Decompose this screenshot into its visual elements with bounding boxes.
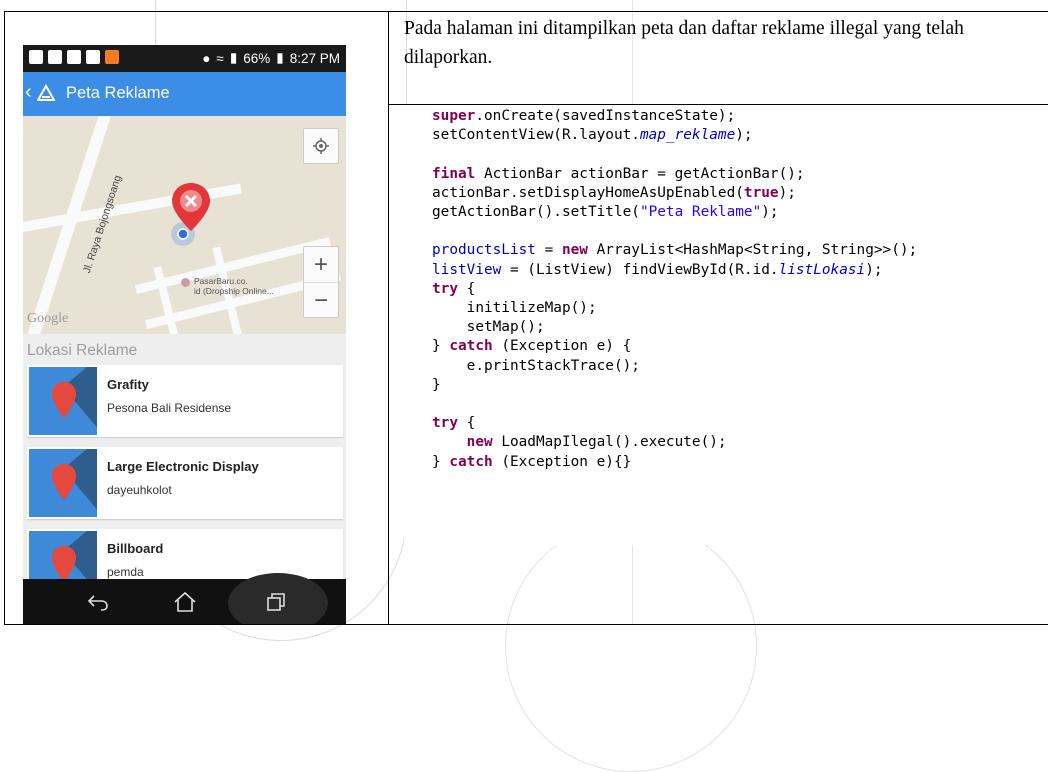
map-marker-icon[interactable] <box>166 181 216 251</box>
code-token: "Peta Reklame" <box>639 204 762 221</box>
map-view[interactable]: Jl. Raya Bojongsoang PasarBaru.co. id (D… <box>23 116 346 334</box>
code-token: ); <box>761 204 779 221</box>
wifi-icon: ≈ <box>216 50 224 66</box>
notification-icon <box>67 50 81 64</box>
poi-label: id (Dropship Online... <box>194 286 274 296</box>
list-item-title: Billboard <box>107 541 164 556</box>
status-bar: ● ≈ ▮ 66% ▮ 8:27 PM <box>23 45 346 72</box>
code-token: { <box>458 280 476 297</box>
list-item-subtitle: Pesona Bali Residense <box>107 401 232 415</box>
map-pin-icon <box>52 382 76 418</box>
code-token: new <box>466 434 493 451</box>
code-token: new <box>561 242 588 259</box>
list-item-title: Large Electronic Display <box>107 459 259 474</box>
code-token: { <box>458 415 476 432</box>
code-token: true <box>743 184 779 201</box>
map-road-label: Jl. Raya Bojongsoang <box>81 173 124 275</box>
code-token: (Exception e){} <box>492 453 632 470</box>
recents-icon <box>267 593 285 611</box>
code-token: try <box>432 280 458 297</box>
code-token: ActionBar actionBar = getActionBar(); <box>475 165 805 182</box>
signal-icon: ▮ <box>229 50 238 65</box>
map-poi[interactable]: PasarBaru.co. id (Dropship Online... <box>181 276 274 296</box>
app-logo-icon <box>37 84 55 101</box>
code-token: .onCreate(savedInstanceState); <box>475 108 736 124</box>
home-icon <box>174 591 196 612</box>
code-token: productsList <box>432 242 536 259</box>
code-token: final <box>432 165 476 182</box>
code-token: setMap(); <box>432 319 545 336</box>
code-token: catch <box>449 453 493 470</box>
zoom-controls: + − <box>303 246 339 318</box>
zoom-in-button[interactable]: + <box>304 247 338 282</box>
code-token: super <box>432 108 476 124</box>
app-bar: ‹ Peta Reklame <box>23 72 346 116</box>
code-token: (Exception e) { <box>492 338 632 355</box>
code-token: try <box>432 415 458 432</box>
map-pin-icon <box>52 464 76 500</box>
list-header: Lokasi Reklame <box>27 342 138 359</box>
google-logo: Google <box>27 311 69 326</box>
code-token: getActionBar().setTitle( <box>432 204 640 221</box>
zoom-out-button[interactable]: − <box>304 282 338 318</box>
home-nav-button[interactable] <box>170 589 200 615</box>
code-token: actionBar.setDisplayHomeAsUpEnabled( <box>432 184 744 201</box>
list-item[interactable]: Large Electronic Display dayeuhkolot <box>27 447 343 519</box>
code-token: initilizeMap(); <box>432 300 597 317</box>
battery-icon: ▮ <box>276 50 284 65</box>
code-token: catch <box>449 338 493 355</box>
crosshair-icon <box>313 138 329 154</box>
clock: 8:27 PM <box>289 50 340 66</box>
code-token: LoadMapIlegal().execute(); <box>492 434 727 451</box>
app-bar-title: Peta Reklame <box>66 84 170 102</box>
back-nav-button[interactable] <box>83 589 113 615</box>
my-location-button[interactable] <box>303 128 339 164</box>
description-text: Pada halaman ini ditampilkan peta dan da… <box>404 18 964 68</box>
back-arrow-icon <box>87 595 108 611</box>
code-screenshot: super.onCreate(savedInstanceState); setC… <box>404 105 1030 545</box>
code-token: } <box>432 338 450 355</box>
list-item[interactable]: Grafity Pesona Bali Residense <box>27 365 343 437</box>
list-item-subtitle: pemda <box>107 565 144 579</box>
map-pin-icon <box>52 546 76 582</box>
poi-label: PasarBaru.co. <box>194 276 248 286</box>
battery-percent: 66% <box>243 50 271 66</box>
list-item-subtitle: dayeuhkolot <box>107 483 172 497</box>
code-token: ); <box>865 261 883 278</box>
code-token: ArrayList<HashMap<String, String>>(); <box>587 242 918 259</box>
location-icon: ● <box>202 50 211 66</box>
code-token: listView <box>432 261 502 278</box>
code-token: = <box>535 242 562 259</box>
phone-screenshot: ● ≈ ▮ 66% ▮ 8:27 PM ‹ Peta Reklame Jl. R… <box>23 45 346 624</box>
code-token: ); <box>778 184 796 201</box>
pin-thumbnail <box>29 449 97 517</box>
navigation-bar <box>23 573 346 624</box>
recents-nav-button[interactable] <box>261 589 291 615</box>
pin-thumbnail <box>29 367 97 435</box>
code-token: listLokasi <box>778 261 866 278</box>
notification-icon <box>105 50 119 64</box>
code-block: super.onCreate(savedInstanceState); setC… <box>432 107 917 472</box>
notification-icon <box>48 50 62 64</box>
code-token: e.printStackTrace(); <box>432 357 640 374</box>
notification-icon <box>86 50 100 64</box>
notification-icon <box>29 50 43 64</box>
code-token: } <box>432 453 450 470</box>
code-token: = (ListView) findViewById(R.id. <box>501 261 779 278</box>
code-token: ); <box>735 127 753 144</box>
back-icon[interactable]: ‹ <box>25 81 32 104</box>
code-token: map_reklame <box>639 127 736 144</box>
poi-icon <box>181 278 190 287</box>
code-token: } <box>432 376 441 393</box>
list-item-title: Grafity <box>107 377 149 392</box>
code-token: setContentView(R.layout. <box>432 127 640 144</box>
